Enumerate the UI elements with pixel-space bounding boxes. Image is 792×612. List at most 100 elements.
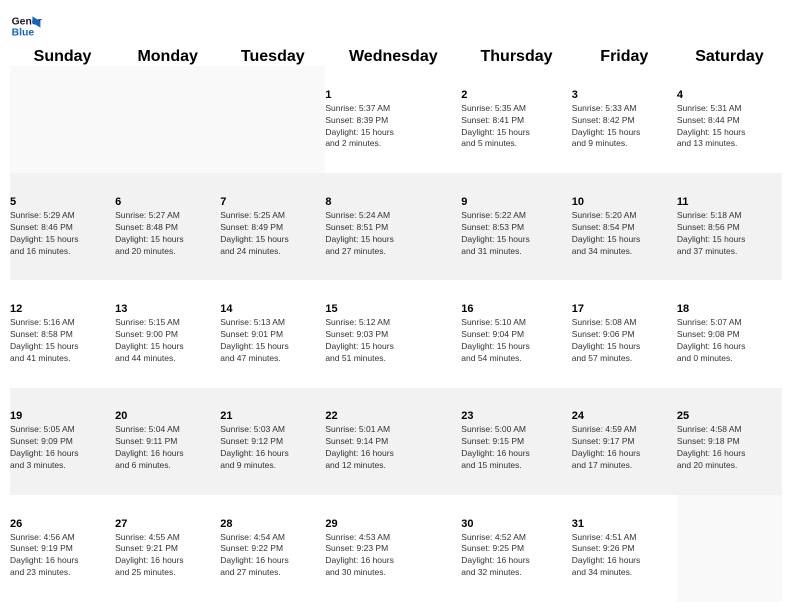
day-info: Sunrise: 5:00 AM Sunset: 9:15 PM Dayligh…: [461, 424, 571, 472]
day-info: Sunrise: 5:13 AM Sunset: 9:01 PM Dayligh…: [220, 317, 325, 365]
calendar-week-row: 26 Sunrise: 4:56 AM Sunset: 9:19 PM Dayli…: [10, 495, 782, 602]
calendar-cell: 4 Sunrise: 5:31 AM Sunset: 8:44 PM Daylig…: [677, 66, 782, 173]
calendar-week-row: 12 Sunrise: 5:16 AM Sunset: 8:58 PM Dayli…: [10, 280, 782, 387]
calendar-cell: [10, 66, 115, 173]
weekday-header-friday: Friday: [572, 48, 677, 66]
day-info: Sunrise: 5:16 AM Sunset: 8:58 PM Dayligh…: [10, 317, 115, 365]
calendar-cell: 10 Sunrise: 5:20 AM Sunset: 8:54 PM Dayli…: [572, 173, 677, 280]
calendar-cell: 5 Sunrise: 5:29 AM Sunset: 8:46 PM Daylig…: [10, 173, 115, 280]
day-number: 30: [461, 518, 571, 530]
day-info: Sunrise: 5:15 AM Sunset: 9:00 PM Dayligh…: [115, 317, 220, 365]
calendar-cell: 25 Sunrise: 4:58 AM Sunset: 9:18 PM Dayli…: [677, 388, 782, 495]
calendar-cell: 12 Sunrise: 5:16 AM Sunset: 8:58 PM Dayli…: [10, 280, 115, 387]
day-info: Sunrise: 5:04 AM Sunset: 9:11 PM Dayligh…: [115, 424, 220, 472]
calendar-cell: 8Sunrise: 5:24 AM Sunset: 8:51 PM Daylig…: [325, 173, 461, 280]
calendar-cell: 13 Sunrise: 5:15 AM Sunset: 9:00 PM Dayli…: [115, 280, 220, 387]
day-number: 1: [325, 89, 461, 101]
page-header: General Blue: [10, 10, 782, 42]
logo-icon: General Blue: [10, 10, 42, 42]
calendar-cell: [115, 66, 220, 173]
calendar-cell: 27 Sunrise: 4:55 AM Sunset: 9:21 PM Dayli…: [115, 495, 220, 602]
day-number: 25: [677, 410, 782, 422]
weekday-header-thursday: Thursday: [461, 48, 571, 66]
weekday-header-sunday: Sunday: [10, 48, 115, 66]
weekday-header-tuesday: Tuesday: [220, 48, 325, 66]
calendar-cell: 7 Sunrise: 5:25 AM Sunset: 8:49 PM Daylig…: [220, 173, 325, 280]
day-info: Sunrise: 5:25 AM Sunset: 8:49 PM Dayligh…: [220, 210, 325, 258]
day-info: Sunrise: 5:18 AM Sunset: 8:56 PM Dayligh…: [677, 210, 782, 258]
day-info: Sunrise: 4:51 AM Sunset: 9:26 PM Dayligh…: [572, 532, 677, 580]
svg-text:Blue: Blue: [12, 28, 35, 39]
calendar-cell: 23Sunrise: 5:00 AM Sunset: 9:15 PM Dayli…: [461, 388, 571, 495]
calendar-cell: 21 Sunrise: 5:03 AM Sunset: 9:12 PM Dayli…: [220, 388, 325, 495]
day-number: 19: [10, 410, 115, 422]
calendar-cell: 26 Sunrise: 4:56 AM Sunset: 9:19 PM Dayli…: [10, 495, 115, 602]
day-info: Sunrise: 4:56 AM Sunset: 9:19 PM Dayligh…: [10, 532, 115, 580]
day-info: Sunrise: 5:10 AM Sunset: 9:04 PM Dayligh…: [461, 317, 571, 365]
day-info: Sunrise: 5:08 AM Sunset: 9:06 PM Dayligh…: [572, 317, 677, 365]
day-info: Sunrise: 4:55 AM Sunset: 9:21 PM Dayligh…: [115, 532, 220, 580]
calendar-cell: 19 Sunrise: 5:05 AM Sunset: 9:09 PM Dayli…: [10, 388, 115, 495]
day-number: 6: [115, 196, 220, 208]
day-number: 18: [677, 303, 782, 315]
day-info: Sunrise: 4:53 AM Sunset: 9:23 PM Dayligh…: [325, 532, 461, 580]
day-info: Sunrise: 5:31 AM Sunset: 8:44 PM Dayligh…: [677, 103, 782, 151]
day-info: Sunrise: 5:33 AM Sunset: 8:42 PM Dayligh…: [572, 103, 677, 151]
calendar-cell: 16 Sunrise: 5:10 AM Sunset: 9:04 PM Dayli…: [461, 280, 571, 387]
day-number: 21: [220, 410, 325, 422]
day-number: 28: [220, 518, 325, 530]
day-number: 22: [325, 410, 461, 422]
day-number: 10: [572, 196, 677, 208]
calendar-cell: 30 Sunrise: 4:52 AM Sunset: 9:25 PM Dayli…: [461, 495, 571, 602]
calendar-cell: 3 Sunrise: 5:33 AM Sunset: 8:42 PM Daylig…: [572, 66, 677, 173]
day-number: 8: [325, 196, 461, 208]
day-number: 4: [677, 89, 782, 101]
calendar-week-row: 5 Sunrise: 5:29 AM Sunset: 8:46 PM Daylig…: [10, 173, 782, 280]
day-info: Sunrise: 5:03 AM Sunset: 9:12 PM Dayligh…: [220, 424, 325, 472]
calendar-cell: 24Sunrise: 4:59 AM Sunset: 9:17 PM Dayli…: [572, 388, 677, 495]
day-info: Sunrise: 4:58 AM Sunset: 9:18 PM Dayligh…: [677, 424, 782, 472]
day-info: Sunrise: 5:05 AM Sunset: 9:09 PM Dayligh…: [10, 424, 115, 472]
calendar-cell: 2 Sunrise: 5:35 AM Sunset: 8:41 PM Daylig…: [461, 66, 571, 173]
day-info: Sunrise: 5:20 AM Sunset: 8:54 PM Dayligh…: [572, 210, 677, 258]
calendar-cell: 20 Sunrise: 5:04 AM Sunset: 9:11 PM Dayli…: [115, 388, 220, 495]
day-number: 14: [220, 303, 325, 315]
day-number: 29: [325, 518, 461, 530]
calendar-cell: 29 Sunrise: 4:53 AM Sunset: 9:23 PM Dayli…: [325, 495, 461, 602]
day-number: 31: [572, 518, 677, 530]
day-number: 12: [10, 303, 115, 315]
calendar-cell: 22Sunrise: 5:01 AM Sunset: 9:14 PM Dayli…: [325, 388, 461, 495]
day-number: 3: [572, 89, 677, 101]
weekday-header-wednesday: Wednesday: [325, 48, 461, 66]
day-number: 17: [572, 303, 677, 315]
calendar-cell: 15Sunrise: 5:12 AM Sunset: 9:03 PM Dayli…: [325, 280, 461, 387]
calendar-cell: 18Sunrise: 5:07 AM Sunset: 9:08 PM Dayli…: [677, 280, 782, 387]
calendar-table: SundayMondayTuesdayWednesdayThursdayFrid…: [10, 48, 782, 602]
calendar-cell: 14 Sunrise: 5:13 AM Sunset: 9:01 PM Dayli…: [220, 280, 325, 387]
weekday-header-row: SundayMondayTuesdayWednesdayThursdayFrid…: [10, 48, 782, 66]
day-number: 13: [115, 303, 220, 315]
day-number: 5: [10, 196, 115, 208]
day-info: Sunrise: 4:52 AM Sunset: 9:25 PM Dayligh…: [461, 532, 571, 580]
day-info: Sunrise: 5:27 AM Sunset: 8:48 PM Dayligh…: [115, 210, 220, 258]
day-info: Sunrise: 5:37 AM Sunset: 8:39 PM Dayligh…: [325, 103, 461, 151]
day-info: Sunrise: 4:54 AM Sunset: 9:22 PM Dayligh…: [220, 532, 325, 580]
day-info: Sunrise: 5:29 AM Sunset: 8:46 PM Dayligh…: [10, 210, 115, 258]
calendar-cell: 17 Sunrise: 5:08 AM Sunset: 9:06 PM Dayli…: [572, 280, 677, 387]
day-number: 26: [10, 518, 115, 530]
day-number: 20: [115, 410, 220, 422]
day-number: 7: [220, 196, 325, 208]
calendar-cell: 9 Sunrise: 5:22 AM Sunset: 8:53 PM Daylig…: [461, 173, 571, 280]
day-number: 27: [115, 518, 220, 530]
day-number: 9: [461, 196, 571, 208]
day-info: Sunrise: 5:22 AM Sunset: 8:53 PM Dayligh…: [461, 210, 571, 258]
calendar-week-row: 19 Sunrise: 5:05 AM Sunset: 9:09 PM Dayli…: [10, 388, 782, 495]
calendar-page: General Blue SundayMondayTuesdayWednesda…: [0, 0, 792, 612]
day-number: 2: [461, 89, 571, 101]
weekday-header-saturday: Saturday: [677, 48, 782, 66]
calendar-week-row: 1 Sunrise: 5:37 AM Sunset: 8:39 PM Daylig…: [10, 66, 782, 173]
day-info: Sunrise: 5:35 AM Sunset: 8:41 PM Dayligh…: [461, 103, 571, 151]
calendar-cell: [220, 66, 325, 173]
day-number: 11: [677, 196, 782, 208]
day-number: 16: [461, 303, 571, 315]
